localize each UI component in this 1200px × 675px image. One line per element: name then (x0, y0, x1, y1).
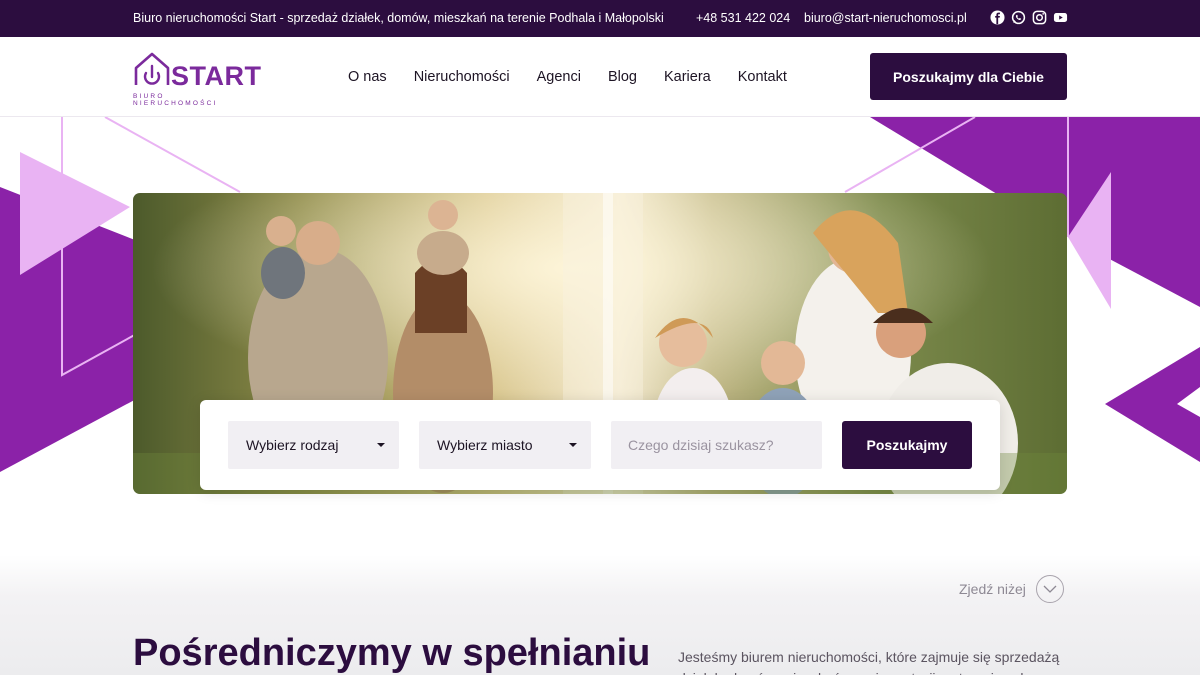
caret-down-icon (377, 443, 385, 447)
caret-down-icon (569, 443, 577, 447)
nav-item-agenci[interactable]: Agenci (537, 69, 581, 85)
email-link[interactable]: biuro@start-nieruchomosci.pl (804, 11, 967, 25)
section-heading: Pośredniczymy w spełnianiu (133, 632, 651, 674)
section-intro-text: Jesteśmy biurem nieruchomości, które zaj… (678, 649, 1060, 675)
city-select[interactable]: Wybierz miasto (419, 421, 591, 469)
phone-link[interactable]: +48 531 422 024 (696, 11, 790, 25)
scroll-down-link[interactable]: Zjedź niżej (959, 575, 1064, 603)
nav-item-kariera[interactable]: Kariera (664, 69, 711, 85)
instagram-icon[interactable] (1032, 10, 1047, 25)
nav-item-kontakt[interactable]: Kontakt (738, 69, 787, 85)
site-header: START BIURO NIERUCHOMOŚCI O nas Nierucho… (0, 37, 1200, 117)
chevron-down-icon (1035, 575, 1064, 603)
tagline: Biuro nieruchomości Start - sprzedaż dzi… (133, 11, 664, 25)
nav-item-blog[interactable]: Blog (608, 69, 637, 85)
logo[interactable]: START BIURO NIERUCHOMOŚCI (133, 51, 261, 107)
whatsapp-icon[interactable] (1011, 10, 1026, 25)
search-query-input[interactable] (611, 421, 822, 469)
nav-item-o-nas[interactable]: O nas (348, 69, 387, 85)
search-for-you-button[interactable]: Poszukajmy dla Ciebie (870, 53, 1067, 100)
property-search-form: Wybierz rodzaj Wybierz miasto Poszukajmy (200, 400, 1000, 490)
house-logo-icon (134, 52, 170, 85)
logo-subtitle: BIURO NIERUCHOMOŚCI (133, 93, 218, 107)
nav-item-nieruchomosci[interactable]: Nieruchomości (414, 69, 510, 85)
city-value: Wybierz miasto (437, 437, 533, 453)
main-nav: O nas Nieruchomości Agenci Blog Kariera … (348, 69, 787, 85)
top-bar: Biuro nieruchomości Start - sprzedaż dzi… (0, 0, 1200, 37)
property-type-value: Wybierz rodzaj (246, 437, 339, 453)
property-type-select[interactable]: Wybierz rodzaj (228, 421, 399, 469)
logo-wordmark: START (171, 61, 262, 91)
social-links (990, 10, 1068, 25)
youtube-icon[interactable] (1053, 10, 1068, 25)
search-submit-button[interactable]: Poszukajmy (842, 421, 972, 469)
facebook-icon[interactable] (990, 10, 1005, 25)
scroll-down-label: Zjedź niżej (959, 581, 1026, 597)
